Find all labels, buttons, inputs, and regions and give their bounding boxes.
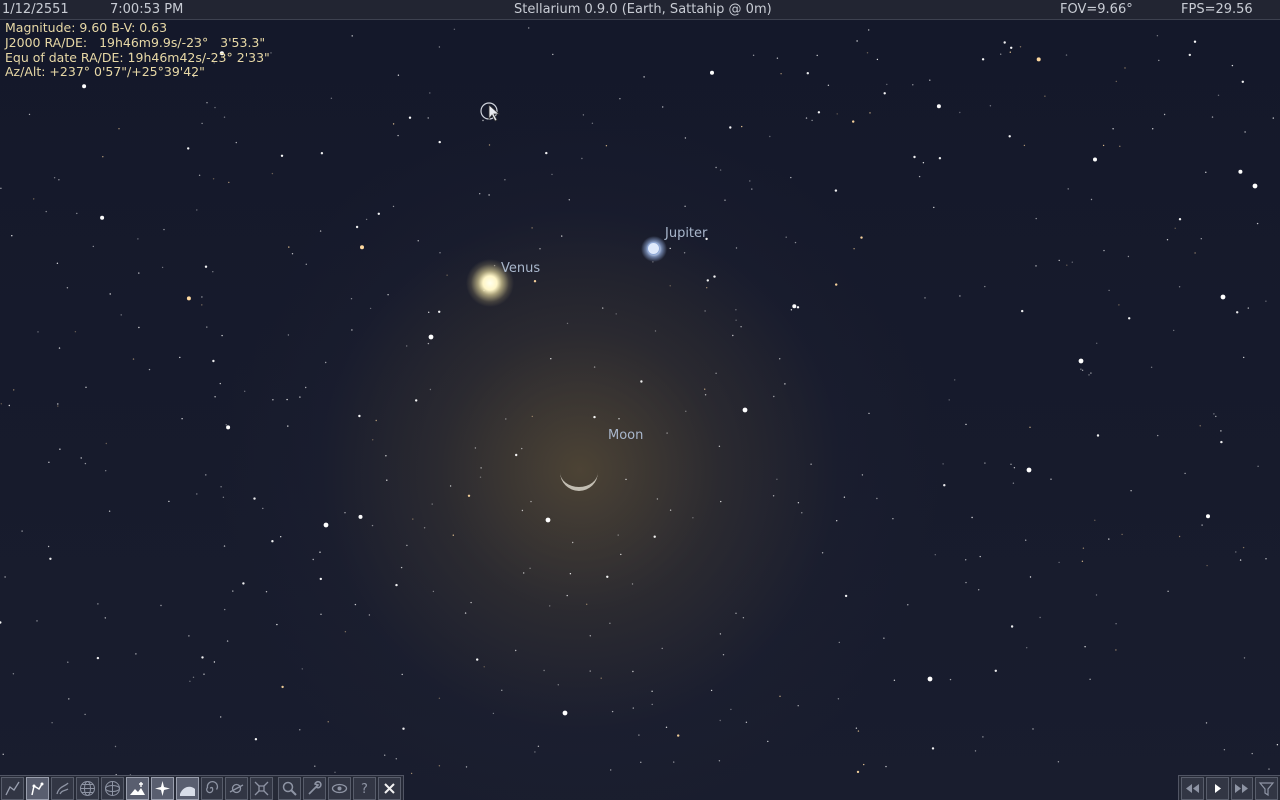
fov-display: FOV=9.66° (1060, 2, 1133, 17)
quit-icon (384, 782, 395, 794)
ground-icon (129, 781, 145, 795)
window-title: Stellarium 0.9.0 (Earth, Sattahip @ 0m) (514, 2, 772, 17)
constellation-labels-icon (31, 782, 44, 795)
constellation-labels-button[interactable] (25, 776, 49, 800)
nebulae-button[interactable] (200, 776, 224, 800)
azimuthal-grid-icon (104, 780, 120, 796)
star-field (0, 27, 1279, 776)
constellation-lines-icon (5, 781, 20, 795)
real-time-icon (1258, 781, 1275, 796)
help-icon: ? (361, 782, 368, 797)
equatorial-grid-button[interactable] (75, 776, 99, 800)
nebulae-icon (206, 780, 219, 793)
real-time-button[interactable] (1255, 776, 1278, 800)
quit-button[interactable] (378, 776, 401, 800)
jupiter-label: Jupiter (665, 226, 708, 241)
help-button[interactable]: ? (353, 776, 377, 800)
azimuthal-grid-button[interactable] (100, 776, 124, 800)
planet-hints-icon (230, 783, 244, 793)
cardinal-points-button[interactable] (150, 776, 174, 800)
constellation-art-button[interactable] (50, 776, 74, 800)
search-icon (283, 781, 297, 796)
night-mode-icon (332, 783, 348, 793)
ground-button[interactable] (125, 776, 149, 800)
top-status-bar: 1/12/2551 7:00:53 PM Stellarium 0.9.0 (E… (0, 0, 1280, 20)
fps-display: FPS=29.56 (1181, 2, 1253, 17)
configuration-button[interactable] (303, 776, 327, 800)
search-button[interactable] (278, 776, 302, 800)
date-display: 1/12/2551 (2, 2, 69, 17)
night-mode-button[interactable] (328, 776, 352, 800)
atmosphere-icon (179, 786, 195, 796)
play-button[interactable] (1205, 776, 1229, 800)
bottom-toolbar: ? (0, 775, 404, 800)
magnitude-line: Magnitude: 9.60 B-V: 0.63 (5, 20, 168, 35)
rewind-button[interactable] (1181, 776, 1204, 800)
venus-label: Venus (501, 261, 541, 276)
fast-forward-button[interactable] (1230, 776, 1254, 800)
atmosphere-button[interactable] (175, 776, 199, 800)
constellation-lines-button[interactable] (1, 776, 24, 800)
configuration-icon (308, 780, 322, 795)
az-alt-line: Az/Alt: +237° 0'57"/+25°39'42" (5, 64, 205, 80)
constellation-art-icon (56, 782, 69, 794)
cardinal-points-icon (154, 780, 170, 796)
equatorial-grid-icon (79, 780, 95, 796)
moon-label: Moon (608, 428, 644, 443)
svg-text:?: ? (361, 782, 368, 797)
rewind-icon (1185, 783, 1199, 793)
time-display: 7:00:53 PM (110, 2, 184, 17)
planet-hints-button[interactable] (225, 776, 249, 800)
time-control-bar (1178, 775, 1280, 800)
object-info-panel: Magnitude: 9.60 B-V: 0.63 J2000 RA/DE: 19… (5, 20, 270, 80)
jupiter-planet[interactable] (647, 242, 660, 255)
j2000-line: J2000 RA/DE: 19h46m9.9s/-23° 3'53.3" (5, 34, 266, 50)
equatorial-mount-icon (254, 781, 269, 795)
equ-of-date-line: Equ of date RA/DE: 19h46m42s/-23° 2'33" (5, 49, 270, 65)
fast-forward-icon (1235, 783, 1249, 793)
equatorial-mount-button[interactable] (250, 776, 274, 800)
moon-crescent[interactable] (556, 452, 602, 496)
play-icon (1214, 783, 1221, 793)
mouse-cursor-icon (480, 102, 501, 122)
